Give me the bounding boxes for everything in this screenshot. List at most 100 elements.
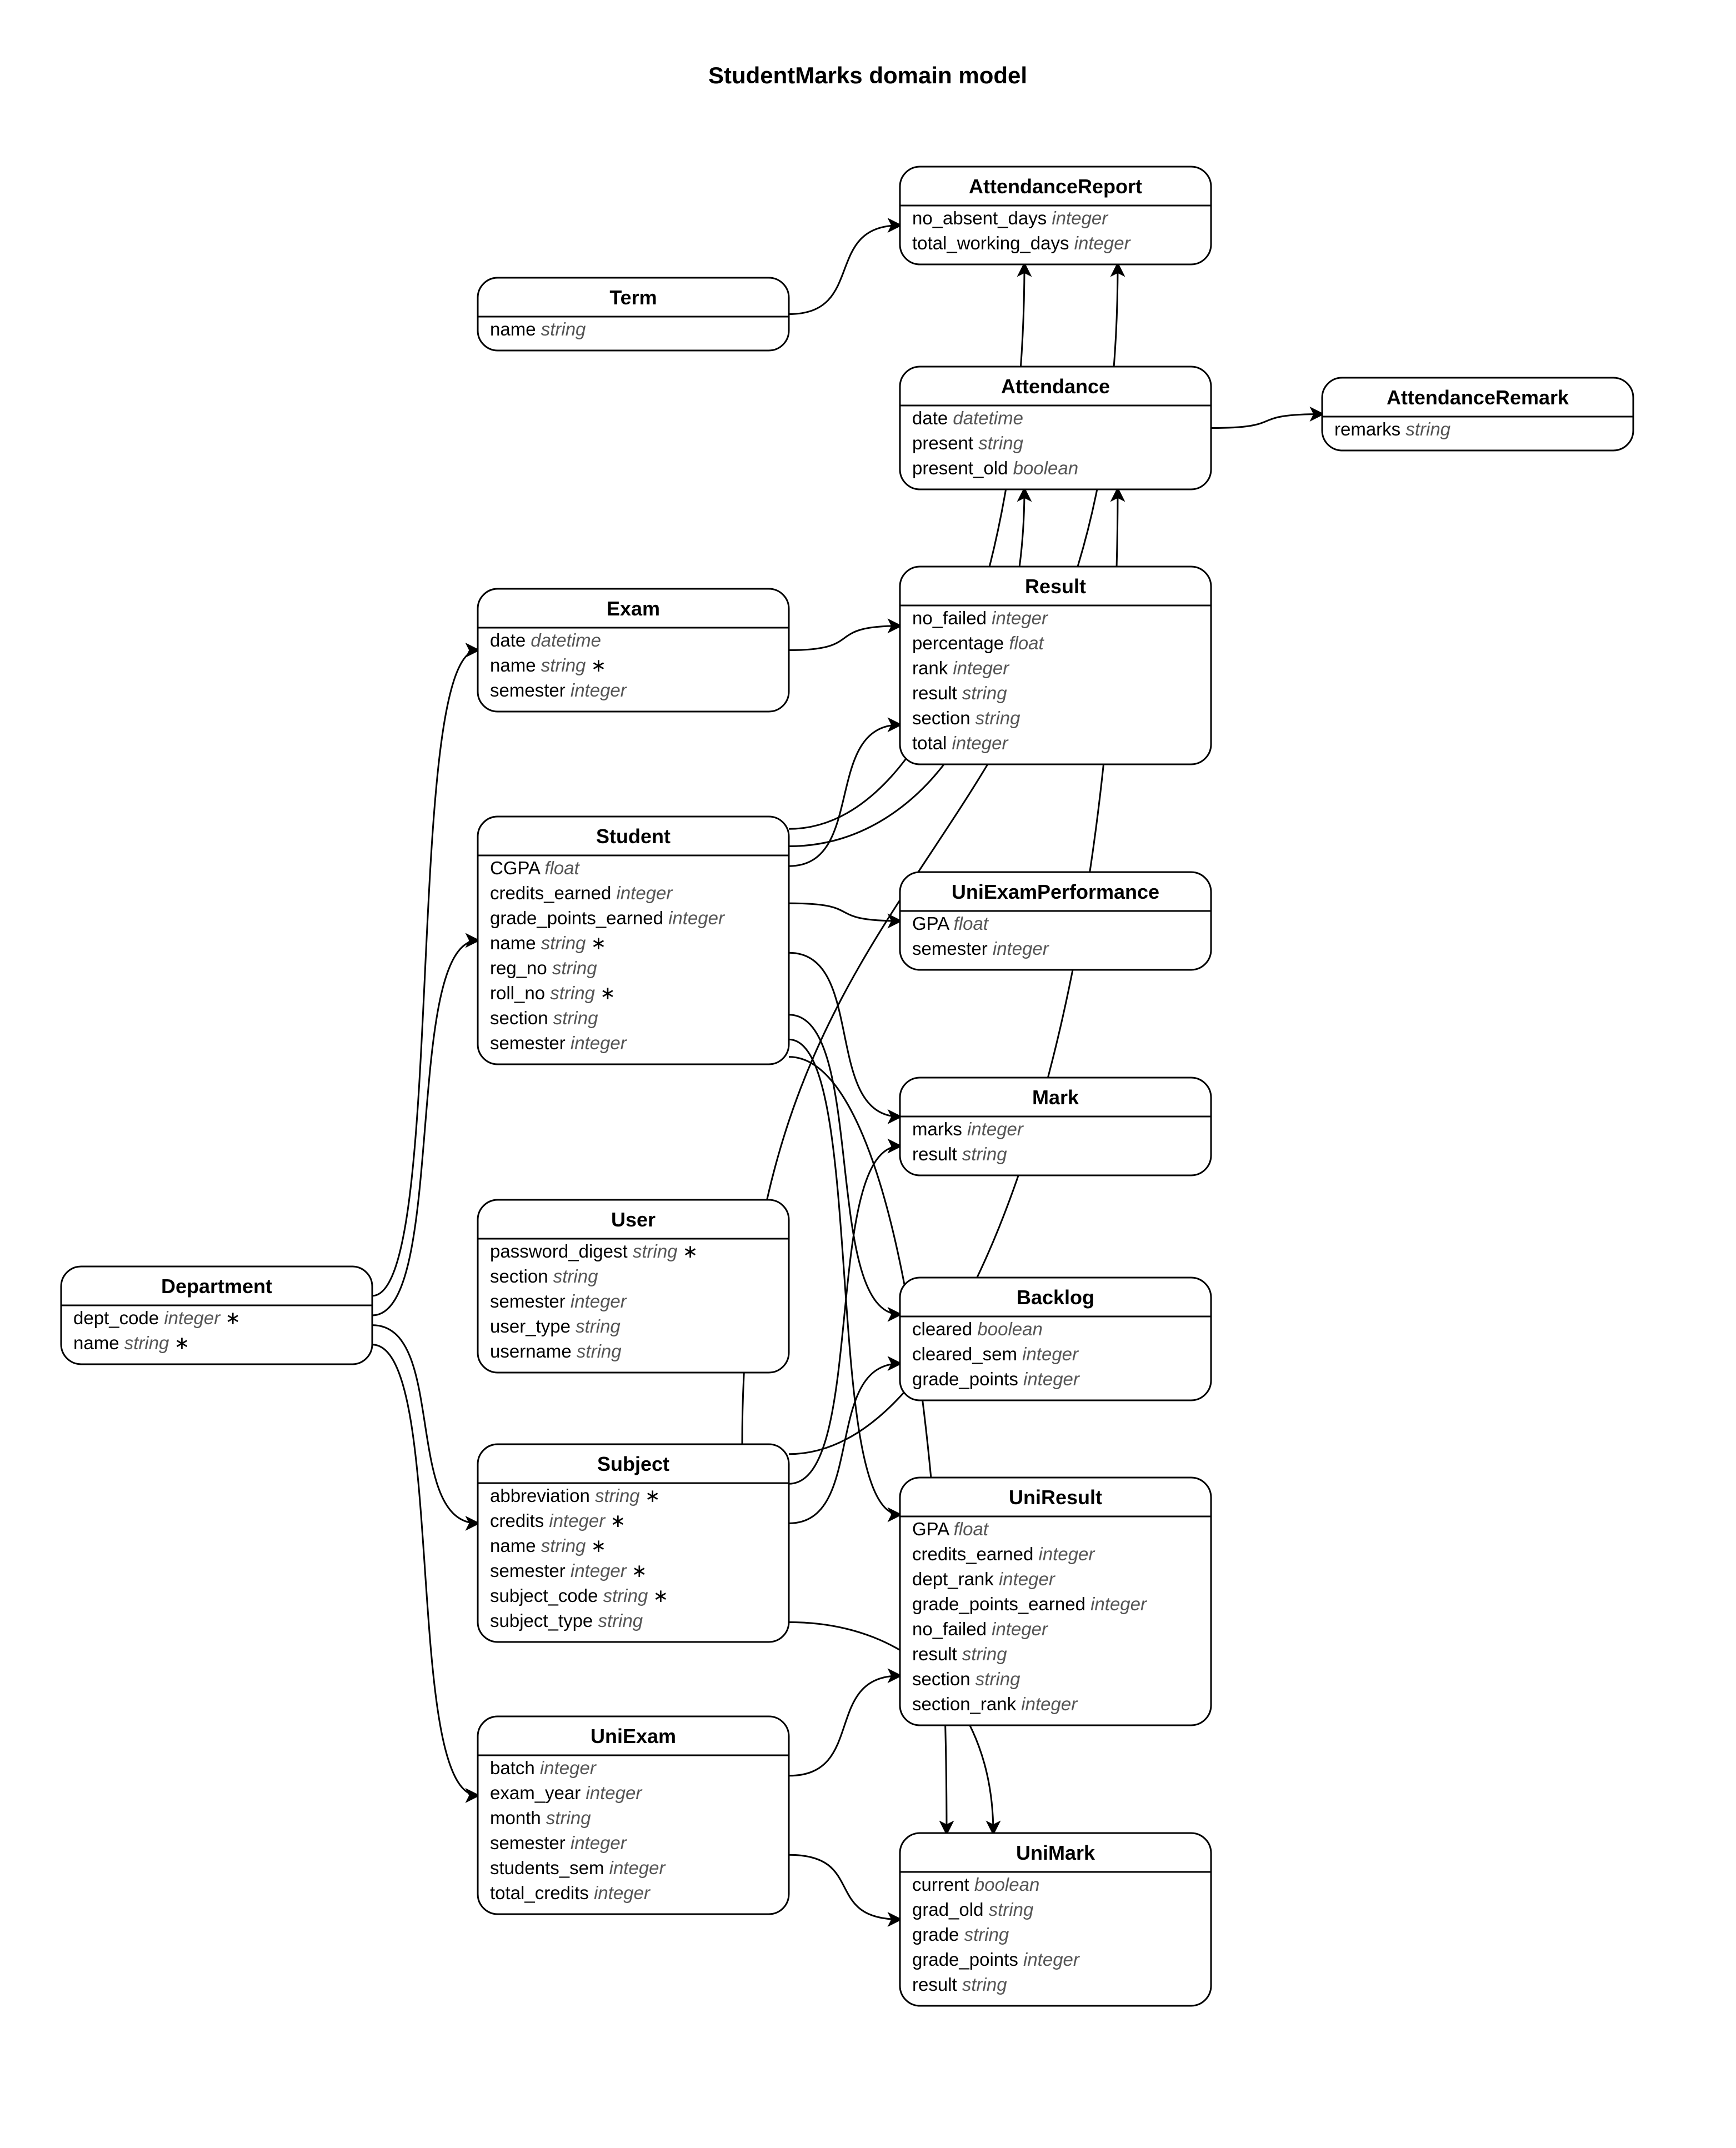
entity-name: Student	[596, 825, 671, 848]
attr: result string	[912, 1974, 1007, 1995]
attr: subject_code string ∗	[490, 1585, 668, 1606]
entity-AttendanceReport: AttendanceReportno_absent_days integerto…	[900, 167, 1211, 264]
entity-name: UniMark	[1016, 1841, 1095, 1864]
edge-Department-Subject	[372, 1325, 478, 1524]
entity-Term: Termname string	[478, 278, 789, 351]
attr: no_failed integer	[912, 608, 1049, 628]
edge-Subject-Backlog	[789, 1364, 900, 1524]
entity-Result: Result no_failed integer percentage float r…	[900, 567, 1211, 764]
attr: semester integer ∗	[490, 1560, 647, 1581]
attr: grade_points_earned integer	[912, 1594, 1148, 1614]
attr: credits integer ∗	[490, 1510, 626, 1531]
attr: current boolean	[912, 1874, 1039, 1895]
attr: total integer	[912, 733, 1009, 753]
attr: semester integer	[490, 1291, 628, 1311]
edge-Department-Student	[372, 940, 478, 1315]
entity-UniMark: UniMarkcurrent booleangrad_old stringgra…	[900, 1833, 1211, 2006]
attr: credits_earned integer	[490, 883, 673, 903]
attr: roll_no string ∗	[490, 983, 616, 1003]
entity-name: User	[611, 1208, 656, 1231]
entity-name: Backlog	[1017, 1286, 1094, 1309]
attr: rank integer	[912, 658, 1010, 678]
attr: month string	[490, 1807, 591, 1828]
attr: cleared_sem integer	[912, 1344, 1079, 1364]
attr: section string	[490, 1266, 598, 1286]
attr: section string	[912, 1669, 1020, 1689]
attr: grade_points_earned integer	[490, 908, 726, 928]
entity-Attendance: Attendance date datetime present string pre…	[900, 367, 1211, 489]
attr: GPA float	[912, 913, 989, 934]
entity-name: UniExam	[591, 1725, 676, 1748]
attr: grade_points integer	[912, 1949, 1080, 1970]
attr: semester integer	[490, 1033, 628, 1053]
attr: name string ∗	[490, 933, 606, 953]
attr: total_working_days integer	[912, 233, 1132, 253]
attr: CGPA float	[490, 858, 581, 878]
attr: dept_code integer ∗	[73, 1308, 241, 1328]
attr: date datetime	[490, 630, 601, 650]
edge-Student-UniExamPerformance	[789, 903, 900, 921]
entity-name: Term	[609, 286, 657, 309]
entity-name: Exam	[607, 597, 660, 620]
attr: total_credits integer	[490, 1882, 651, 1903]
attr: GPA float	[912, 1519, 989, 1539]
entity-name: Subject	[597, 1453, 669, 1475]
attr: name string ∗	[490, 1535, 606, 1556]
attr: semester integer	[912, 938, 1050, 959]
entity-name: Department	[161, 1275, 272, 1298]
entity-name: UniResult	[1009, 1486, 1102, 1509]
attr: dept_rank integer	[912, 1569, 1056, 1589]
edge-Attendance-AttendanceRemark	[1211, 414, 1322, 428]
attr: marks integer	[912, 1119, 1024, 1139]
attr: result string	[912, 1144, 1007, 1164]
edge-Department-Exam	[372, 650, 478, 1296]
attr: user_type string	[490, 1316, 621, 1336]
edge-Term-AttendanceReport	[789, 226, 900, 314]
entity-Department: Department dept_code integer ∗ name string…	[61, 1266, 372, 1364]
attr: result string	[912, 683, 1007, 703]
entity-Subject: Subject abbreviation string ∗ credits inte…	[478, 1444, 789, 1642]
nodes-layer: Department dept_code integer ∗ name string…	[61, 167, 1633, 2006]
attr: reg_no string	[490, 958, 597, 978]
entity-UniResult: UniResultGPA floatcredits_earned integer…	[900, 1478, 1211, 1725]
attr: present_old boolean	[912, 458, 1078, 478]
attr: batch integer	[490, 1758, 597, 1778]
entity-name: Result	[1025, 575, 1086, 598]
attr: cleared boolean	[912, 1319, 1043, 1339]
attr: percentage float	[912, 633, 1045, 653]
entity-name: Mark	[1032, 1086, 1079, 1109]
attr: section_rank integer	[912, 1694, 1078, 1714]
edge-Exam-Result	[789, 626, 900, 650]
attr: present string	[912, 433, 1024, 453]
attr: exam_year integer	[490, 1783, 643, 1803]
attr: students_sem integer	[490, 1857, 667, 1878]
entity-Mark: Mark marks integer result string	[900, 1078, 1211, 1175]
entity-User: Userpassword_digest string ∗section stri…	[478, 1200, 789, 1373]
entity-name: UniExamPerformance	[952, 880, 1159, 903]
entity-Backlog: Backlog cleared boolean cleared_sem intege…	[900, 1278, 1211, 1400]
entity-Exam: Exam date datetime name string ∗ semester i…	[478, 589, 789, 712]
attr: semester integer	[490, 680, 628, 700]
entity-UniExamPerformance: UniExamPerformance GPA float semester inte…	[900, 872, 1211, 970]
attr: subject_type string	[490, 1610, 643, 1631]
entity-name: Attendance	[1001, 375, 1110, 398]
attr: name string ∗	[73, 1333, 189, 1353]
diagram-title: StudentMarks domain model	[708, 62, 1027, 88]
entity-name: AttendanceRemark	[1387, 386, 1569, 409]
edge-UniExam-UniMark	[789, 1855, 900, 1919]
attr: section string	[490, 1008, 598, 1028]
attr: no_failed integer	[912, 1619, 1049, 1639]
attr: semester integer	[490, 1832, 628, 1853]
attr: no_absent_days integer	[912, 208, 1109, 228]
attr: date datetime	[912, 408, 1023, 428]
edge-Student-Mark	[789, 953, 900, 1116]
attr: section string	[912, 708, 1020, 728]
attr: name string ∗	[490, 655, 606, 675]
entity-UniExam: UniExam batch integer exam_year integer mon…	[478, 1716, 789, 1914]
entity-AttendanceRemark: AttendanceRemark remarks string	[1322, 378, 1633, 450]
attr: remarks string	[1334, 419, 1451, 439]
attr: grade_points integer	[912, 1369, 1080, 1389]
edge-UniExam-UniResult	[789, 1676, 900, 1776]
edge-Department-UniExam	[372, 1345, 478, 1796]
attr: abbreviation string ∗	[490, 1485, 661, 1506]
